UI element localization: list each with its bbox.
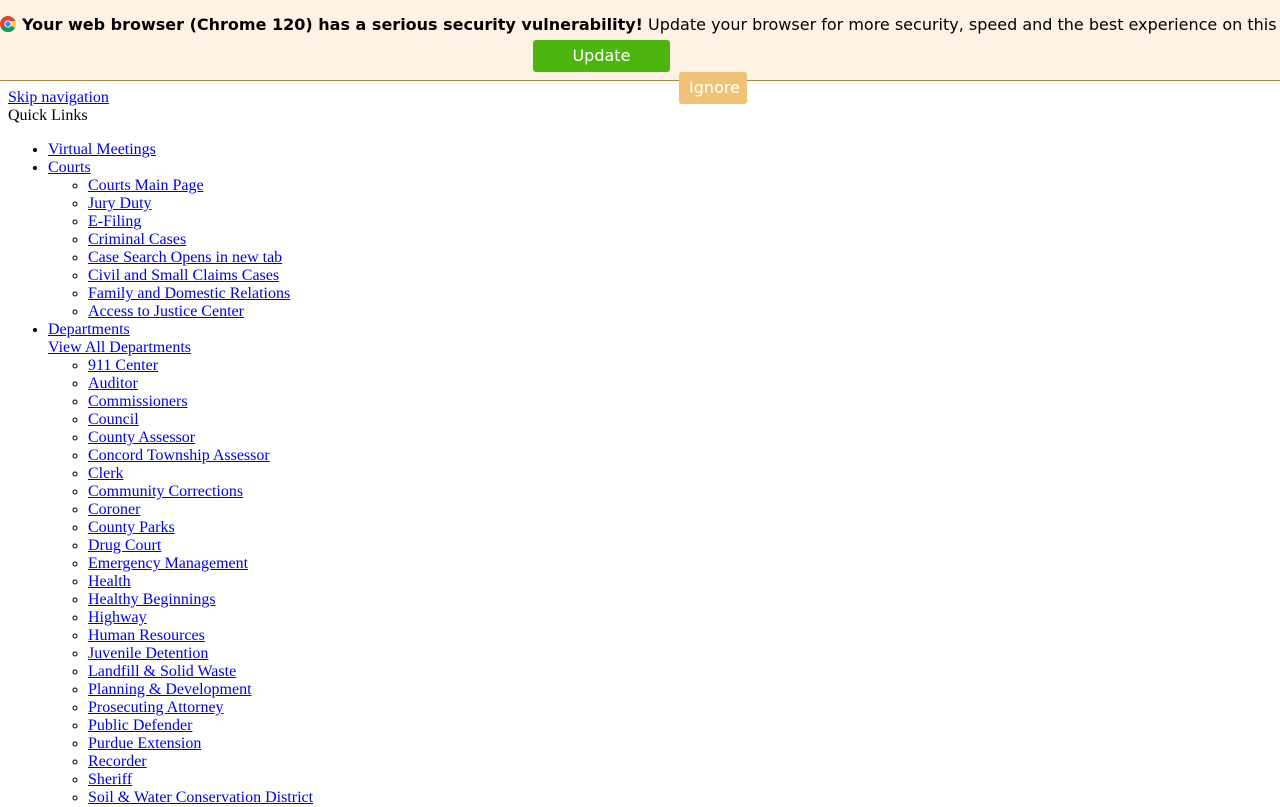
list-item: Community Corrections [88, 483, 1272, 501]
list-item: Recorder [88, 753, 1272, 771]
ignore-button[interactable]: Ignore [679, 72, 748, 104]
list-item: Auditor [88, 375, 1272, 393]
list-item: Commissioners [88, 393, 1272, 411]
banner-message: Your web browser (Chrome 120) has a seri… [0, 0, 1280, 36]
list-item: Civil and Small Claims Cases [88, 267, 1272, 285]
list-item: Planning & Development [88, 681, 1272, 699]
list-item: Jury Duty [88, 195, 1272, 213]
submenu-link[interactable]: Community Corrections [88, 483, 243, 500]
list-item: Juvenile Detention [88, 645, 1272, 663]
list-item: Prosecuting Attorney [88, 699, 1272, 717]
list-item: 911 Center [88, 357, 1272, 375]
submenu-link[interactable]: Concord Township Assessor [88, 447, 270, 464]
submenu-link[interactable]: Emergency Management [88, 555, 248, 572]
submenu-link[interactable]: Case Search Opens in new tab [88, 249, 282, 266]
list-item: Clerk [88, 465, 1272, 483]
list-item: Emergency Management [88, 555, 1272, 573]
submenu-link[interactable]: Prosecuting Attorney [88, 699, 224, 716]
list-item: Drug Court [88, 537, 1272, 555]
banner-warning-text: Your web browser (Chrome 120) has a seri… [22, 15, 643, 34]
list-item: Soil & Water Conservation District [88, 789, 1272, 807]
list-item: Virtual Meetings [48, 141, 1272, 159]
submenu-link[interactable]: Planning & Development [88, 681, 252, 698]
update-browser-button[interactable]: Update browser [532, 40, 670, 97]
view-all-departments-link[interactable]: View All Departments [48, 339, 1272, 357]
submenu-link[interactable]: Jury Duty [88, 195, 152, 212]
list-item: Courts Main Page [88, 177, 1272, 195]
list-item: Landfill & Solid Waste [88, 663, 1272, 681]
submenu-link[interactable]: Healthy Beginnings [88, 591, 216, 608]
list-item: Public Defender [88, 717, 1272, 735]
list-item: County Parks [88, 519, 1272, 537]
departments-submenu: 911 CenterAuditorCommissionersCouncilCou… [48, 357, 1272, 807]
submenu-link[interactable]: Council [88, 411, 139, 428]
submenu-link[interactable]: Health [88, 573, 131, 590]
submenu-link[interactable]: Soil & Water Conservation District [88, 789, 313, 806]
submenu-link[interactable]: E-Filing [88, 213, 141, 230]
departments-link[interactable]: Departments [48, 321, 130, 338]
submenu-link[interactable]: Recorder [88, 753, 147, 770]
list-item: Family and Domestic Relations [88, 285, 1272, 303]
list-item: Council [88, 411, 1272, 429]
submenu-link[interactable]: Access to Justice Center [88, 303, 244, 320]
courts-link[interactable]: Courts [48, 159, 91, 176]
list-item: E-Filing [88, 213, 1272, 231]
list-item: Access to Justice Center [88, 303, 1272, 321]
submenu-link[interactable]: 911 Center [88, 357, 158, 374]
submenu-link[interactable]: Purdue Extension [88, 735, 201, 752]
submenu-link[interactable]: County Parks [88, 519, 175, 536]
submenu-link[interactable]: Sheriff [88, 771, 132, 788]
submenu-link[interactable]: Courts Main Page [88, 177, 204, 194]
courts-submenu: Courts Main PageJury DutyE-FilingCrimina… [48, 177, 1272, 321]
list-item: Healthy Beginnings [88, 591, 1272, 609]
submenu-link[interactable]: County Assessor [88, 429, 195, 446]
browser-update-banner: Your web browser (Chrome 120) has a seri… [0, 0, 1280, 104]
list-item: Health [88, 573, 1272, 591]
list-item: County Assessor [88, 429, 1272, 447]
list-item: Courts Courts Main PageJury DutyE-Filing… [48, 159, 1272, 321]
list-item: Highway [88, 609, 1272, 627]
submenu-link[interactable]: Family and Domestic Relations [88, 285, 290, 302]
list-item: Case Search Opens in new tab [88, 249, 1272, 267]
submenu-link[interactable]: Public Defender [88, 717, 192, 734]
list-item: Coroner [88, 501, 1272, 519]
submenu-link[interactable]: Auditor [88, 375, 138, 392]
submenu-link[interactable]: Highway [88, 609, 147, 626]
list-item: Criminal Cases [88, 231, 1272, 249]
virtual-meetings-link[interactable]: Virtual Meetings [48, 141, 156, 158]
submenu-link[interactable]: Civil and Small Claims Cases [88, 267, 279, 284]
submenu-link[interactable]: Coroner [88, 501, 140, 518]
page-content: Skip navigation Quick Links Virtual Meet… [0, 81, 1280, 807]
submenu-link[interactable]: Human Resources [88, 627, 205, 644]
quick-links-list: Virtual Meetings Courts Courts Main Page… [8, 141, 1272, 807]
submenu-link[interactable]: Drug Court [88, 537, 161, 554]
list-item: Concord Township Assessor [88, 447, 1272, 465]
skip-navigation-link[interactable]: Skip navigation [8, 89, 109, 106]
banner-detail-text: Update your browser for more security, s… [648, 15, 1280, 34]
submenu-link[interactable]: Criminal Cases [88, 231, 186, 248]
submenu-link[interactable]: Clerk [88, 465, 124, 482]
list-item: Sheriff [88, 771, 1272, 789]
submenu-link[interactable]: Landfill & Solid Waste [88, 663, 236, 680]
list-item: Purdue Extension [88, 735, 1272, 753]
list-item: Human Resources [88, 627, 1272, 645]
chrome-icon [0, 16, 16, 32]
quick-links-heading: Quick Links [8, 107, 88, 124]
submenu-link[interactable]: Juvenile Detention [88, 645, 208, 662]
list-item: Departments View All Departments 911 Cen… [48, 321, 1272, 807]
submenu-link[interactable]: Commissioners [88, 393, 188, 410]
